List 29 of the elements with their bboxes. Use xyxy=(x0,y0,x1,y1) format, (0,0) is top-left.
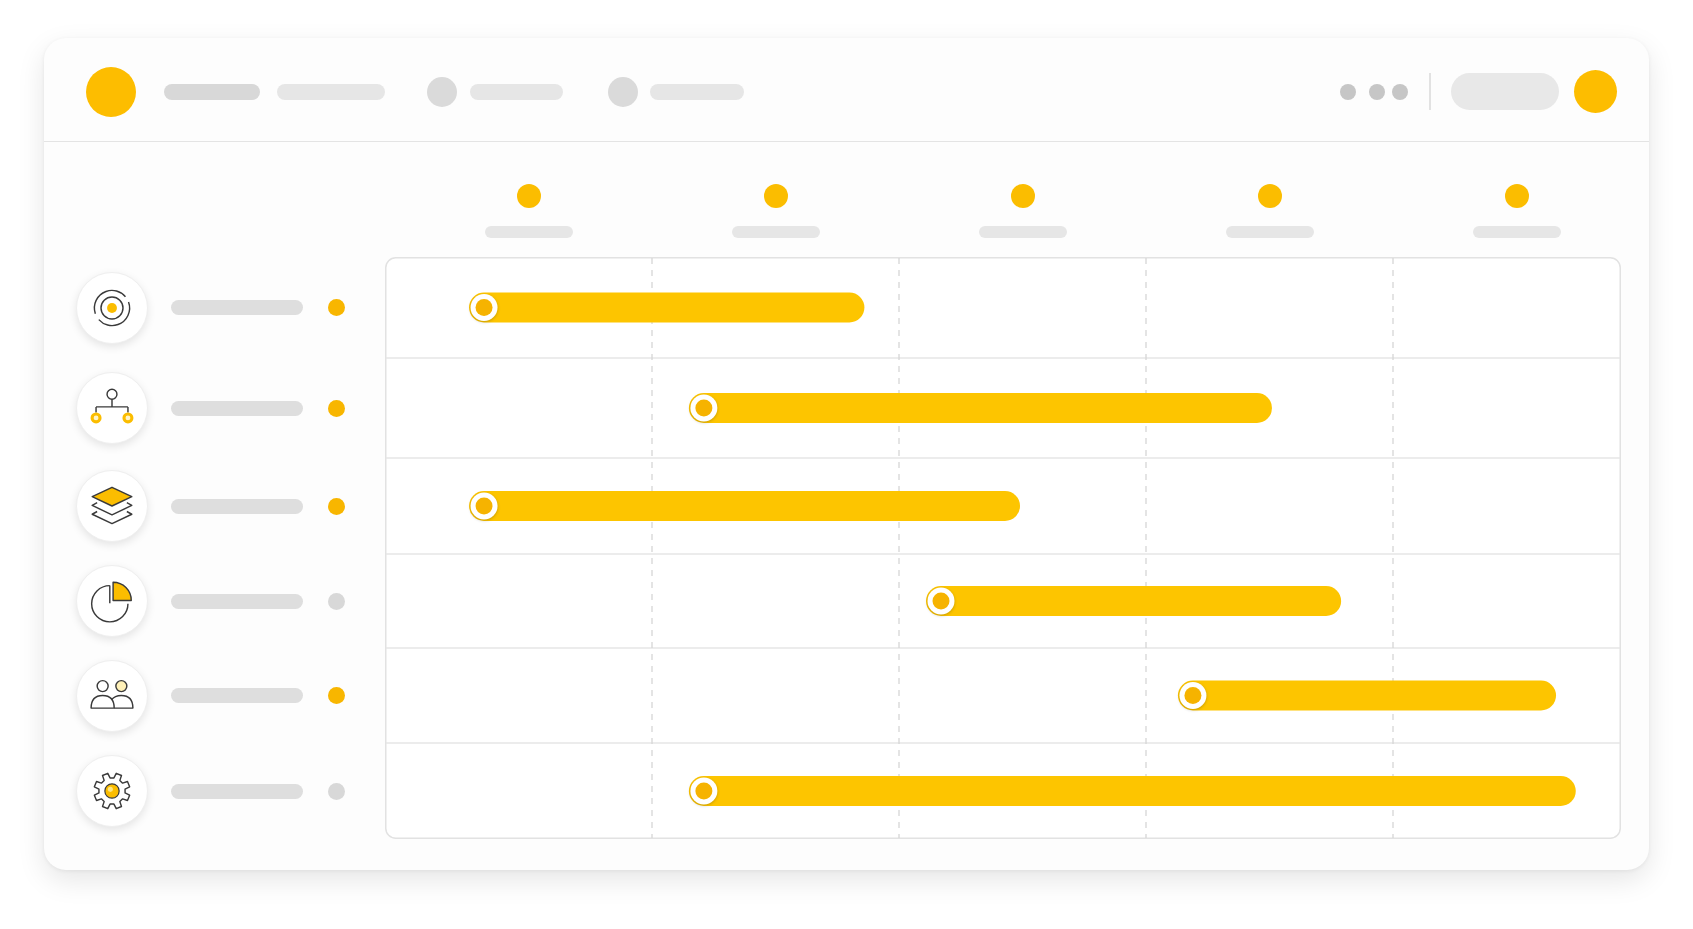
hierarchy-icon xyxy=(76,372,148,444)
dot-icon xyxy=(1257,184,1282,208)
users-icon xyxy=(76,659,148,732)
nav-placeholder[interactable] xyxy=(164,83,260,100)
gantt-bar[interactable] xyxy=(688,393,1272,423)
layers-icon xyxy=(76,470,148,542)
bar-handle-icon[interactable] xyxy=(690,777,718,805)
logo-icon[interactable] xyxy=(86,66,136,117)
gantt-bar[interactable] xyxy=(926,586,1342,616)
pie-chart-icon xyxy=(76,565,148,637)
more-icon[interactable] xyxy=(1340,83,1408,100)
gantt-bar[interactable] xyxy=(688,776,1576,806)
target-icon xyxy=(76,271,148,344)
gantt-bar[interactable] xyxy=(1177,680,1556,711)
dot-icon xyxy=(1504,184,1529,208)
bar-handle-icon[interactable] xyxy=(927,587,955,615)
bar-handle-icon[interactable] xyxy=(470,492,498,520)
dot-icon xyxy=(516,184,541,208)
dot-icon xyxy=(763,184,788,208)
circle-icon xyxy=(427,76,457,107)
bar-handle-icon[interactable] xyxy=(470,294,498,321)
circle-icon xyxy=(608,76,638,107)
bar-handle-icon[interactable] xyxy=(1179,682,1207,709)
dot-icon xyxy=(1010,184,1035,208)
bar-handle-icon[interactable] xyxy=(690,394,718,422)
gear-icon xyxy=(76,755,148,827)
gantt-bar[interactable] xyxy=(469,491,1021,521)
gantt-bar[interactable] xyxy=(469,292,865,323)
avatar-icon[interactable] xyxy=(1574,70,1617,113)
